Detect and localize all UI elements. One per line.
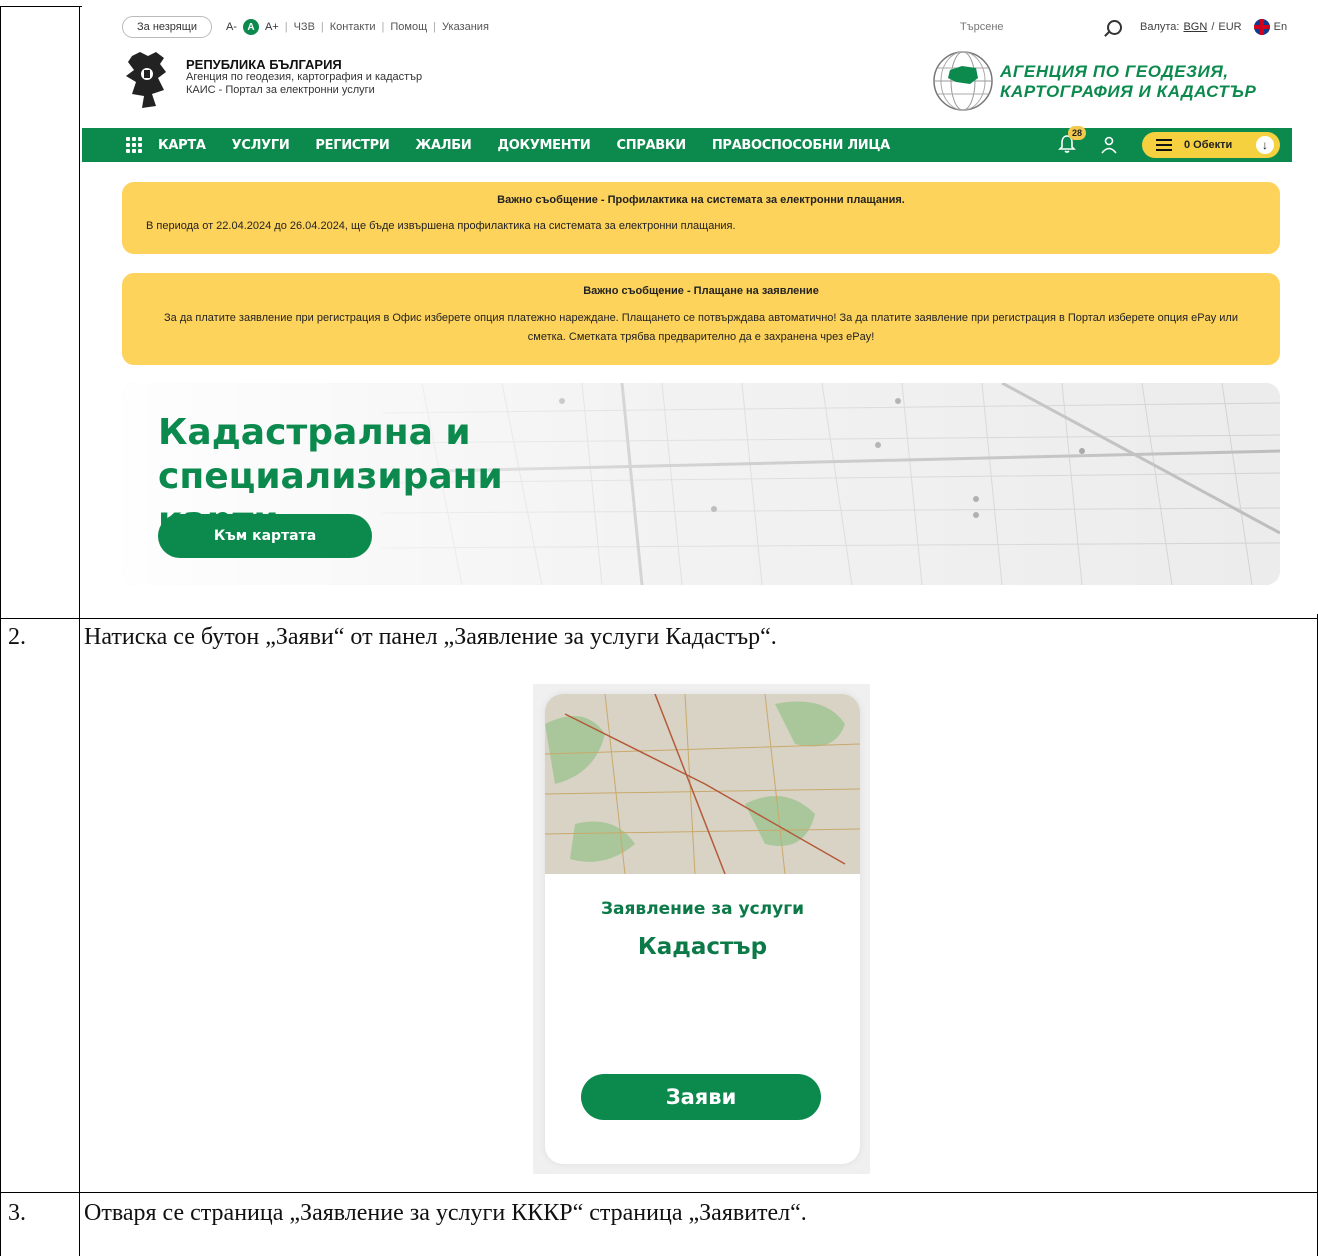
agency-name: АГЕНЦИЯ ПО ГЕОДЕЗИЯ, КАРТОГРАФИЯ И КАДАС… — [1000, 62, 1257, 101]
agency-globe-logo-icon — [933, 51, 993, 111]
notice-payment-maintenance: Важно съобщение - Профилактика на систем… — [122, 182, 1280, 254]
currency-switcher: Валута: BGN / EUR En — [1140, 19, 1288, 35]
accessibility-button[interactable]: За незрящи — [122, 16, 212, 38]
gov-portal: КАИС - Портал за електронни услуги — [186, 84, 375, 96]
arrow-down-icon: ↓ — [1256, 136, 1274, 154]
objects-count-label: 0 Обекти — [1184, 139, 1233, 151]
nav-licensed-persons[interactable]: ПРАВОСПОСОБНИ ЛИЦА — [712, 138, 890, 153]
notifications-badge: 28 — [1068, 126, 1087, 140]
objects-cart-button[interactable]: 0 Обекти ↓ — [1142, 132, 1280, 158]
step-number: 2. — [8, 624, 26, 650]
nav-complaints[interactable]: ЖАЛБИ — [415, 138, 471, 153]
gov-agency: Агенция по геодезия, картография и кадас… — [186, 71, 423, 83]
nav-services[interactable]: УСЛУГИ — [232, 138, 290, 153]
gov-title: РЕПУБЛИКА БЪЛГАРИЯ — [186, 57, 342, 72]
card-screenshot: Заявление за услуги Кадастър Заяви — [533, 684, 870, 1174]
nav-map[interactable]: КАРТА — [158, 138, 206, 153]
currency-label: Валута: — [1140, 21, 1180, 33]
main-navigation: КАРТА УСЛУГИ РЕГИСТРИ ЖАЛБИ ДОКУМЕНТИ СП… — [82, 126, 1292, 162]
nav-documents[interactable]: ДОКУМЕНТИ — [497, 138, 590, 153]
card-title: Кадастър — [637, 934, 768, 960]
apply-button[interactable]: Заяви — [581, 1074, 821, 1120]
currency-eur-link[interactable]: EUR — [1218, 21, 1241, 33]
card-subtitle: Заявление за услуги — [600, 899, 805, 919]
search-icon[interactable] — [1107, 19, 1122, 35]
faq-link[interactable]: ЧЗВ — [294, 21, 315, 33]
table-border-left — [0, 6, 1, 1256]
language-link[interactable]: En — [1274, 21, 1287, 33]
user-icon[interactable] — [1100, 136, 1118, 154]
coat-of-arms-icon — [126, 52, 166, 108]
search-input[interactable]: Търсене — [960, 16, 1128, 38]
notice-body: В периода от 22.04.2024 до 26.04.2024, щ… — [146, 220, 736, 232]
card-map-thumbnail — [545, 694, 860, 874]
uk-flag-icon[interactable] — [1253, 19, 1270, 35]
cadastre-service-card: Заявление за услуги Кадастър Заяви — [545, 694, 860, 1164]
go-to-map-button[interactable]: Към картата — [158, 514, 372, 558]
nav-reports[interactable]: СПРАВКИ — [617, 138, 687, 153]
contacts-link[interactable]: Контакти — [330, 21, 376, 33]
table-column-divider — [79, 6, 80, 1256]
notice-title: Важно съобщение - Плащане на заявление — [583, 285, 819, 297]
nav-registers[interactable]: РЕГИСТРИ — [315, 138, 389, 153]
font-smaller-button[interactable]: A- — [226, 21, 237, 33]
search-placeholder: Търсене — [960, 21, 1004, 33]
map-hero-banner: Кадастрална и специализирани карти Към к… — [122, 383, 1280, 585]
help-link[interactable]: Помощ — [390, 21, 427, 33]
apps-grid-icon[interactable] — [126, 137, 142, 153]
table-row-divider-2 — [0, 1192, 1318, 1193]
portal-screenshot: За незрящи A- A A+ | ЧЗВ | Контакти | По… — [82, 0, 1318, 614]
notice-body: За да платите заявление при регистрация … — [164, 312, 1238, 343]
top-utility-bar: За незрящи A- A A+ | ЧЗВ | Контакти | По… — [122, 14, 489, 40]
government-branding: РЕПУБЛИКА БЪЛГАРИЯ Агенция по геодезия, … — [186, 58, 422, 97]
menu-icon — [1156, 139, 1172, 151]
notice-title: Важно съобщение - Профилактика на систем… — [497, 194, 905, 206]
step-description: Отваря се страница „Заявление за услуги … — [84, 1200, 807, 1226]
font-larger-button[interactable]: A+ — [265, 21, 279, 33]
step-description: Натиска се бутон „Заяви“ от панел „Заявл… — [84, 624, 777, 650]
notice-payment-application: Важно съобщение - Плащане на заявление З… — [122, 273, 1280, 365]
currency-bgn-link[interactable]: BGN — [1183, 21, 1207, 33]
step-number: 3. — [8, 1200, 26, 1226]
instructions-link[interactable]: Указания — [442, 21, 489, 33]
font-normal-button[interactable]: A — [242, 19, 259, 35]
table-row-divider-1 — [0, 618, 1318, 619]
